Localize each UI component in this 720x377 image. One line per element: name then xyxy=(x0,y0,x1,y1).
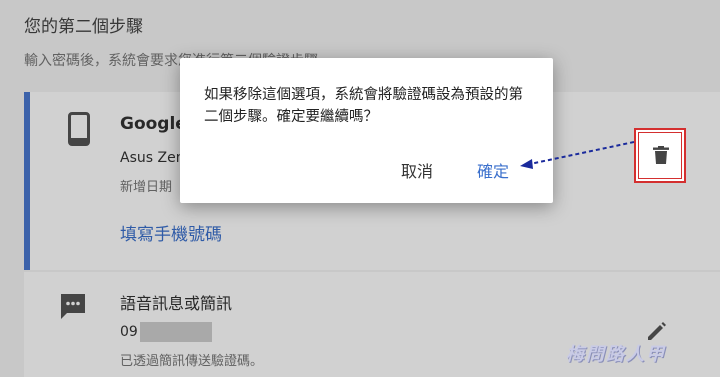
watermark: 梅問路人甲 xyxy=(566,344,666,365)
annotation-arrow xyxy=(520,141,635,169)
